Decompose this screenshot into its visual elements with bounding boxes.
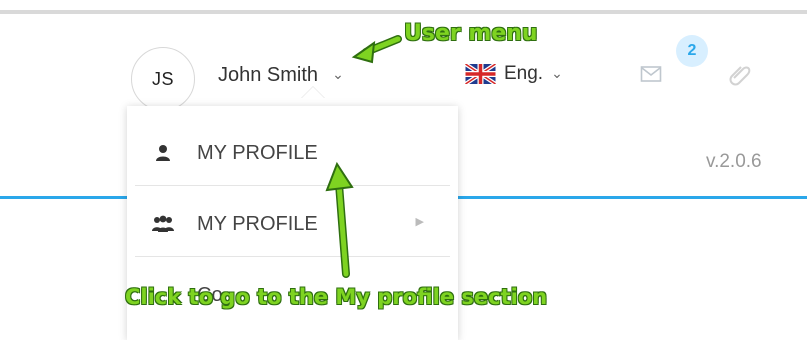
menu-divider <box>135 185 450 186</box>
dropdown-pointer <box>301 87 325 99</box>
menu-item-label: MY PROFILE <box>197 212 318 235</box>
chevron-down-icon: ⌄ <box>332 65 344 82</box>
menu-item-my-profile-submenu[interactable]: MY PROFILE ▶ <box>127 191 458 257</box>
pin-icon-svg <box>729 66 751 86</box>
avatar-initials: JS <box>151 68 174 89</box>
user-menu-button[interactable]: John Smith ⌄ <box>218 60 344 90</box>
uk-flag-icon <box>465 64 496 84</box>
user-name: John Smith <box>218 63 319 86</box>
chevron-right-icon: ▶ <box>415 216 424 228</box>
profile-hint-annotation: Click to go to the My profile section <box>125 285 548 309</box>
notification-badge[interactable]: 2 <box>676 35 708 67</box>
mail-icon-svg <box>640 66 662 82</box>
app-frame: JS John Smith ⌄ Eng. ⌄ 2 v.2.0.6 MY PROF… <box>0 0 807 340</box>
menu-divider <box>135 256 450 257</box>
users-icon <box>151 215 175 233</box>
top-strip <box>0 10 807 14</box>
user-icon <box>151 144 175 162</box>
notification-count: 2 <box>687 42 697 59</box>
language-label: Eng. <box>504 63 544 84</box>
chevron-down-icon: ⌄ <box>551 64 563 81</box>
users-icon-svg <box>152 215 174 232</box>
user-icon-svg <box>156 145 170 161</box>
language-selector[interactable]: Eng. ⌄ <box>465 59 563 89</box>
menu-item-label: MY PROFILE <box>197 141 318 164</box>
version-label: v.2.0.6 <box>706 151 762 172</box>
pin-icon[interactable] <box>726 58 754 86</box>
avatar[interactable]: JS <box>131 47 195 111</box>
mail-icon[interactable] <box>640 64 662 84</box>
menu-item-my-profile[interactable]: MY PROFILE <box>127 120 458 186</box>
uk-flag-svg <box>465 64 496 84</box>
user-menu-annotation: User menu <box>404 21 538 46</box>
